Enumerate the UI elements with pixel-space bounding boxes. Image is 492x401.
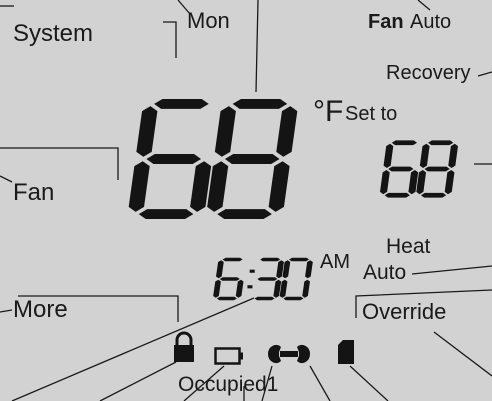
label-fan-mode: Auto bbox=[410, 11, 452, 33]
leader-recovery bbox=[477, 71, 492, 77]
leader-fan-bracket bbox=[0, 147, 119, 180]
digit-segment-c bbox=[235, 279, 244, 298]
digit-segment-g bbox=[224, 154, 280, 164]
time-display bbox=[213, 257, 313, 301]
lock-icon bbox=[174, 331, 194, 362]
digit-segment-f bbox=[136, 106, 158, 157]
digit-segment-b bbox=[276, 106, 298, 157]
digit-segment-f bbox=[216, 260, 224, 279]
digit-segment-a bbox=[391, 140, 418, 146]
leader-auto bbox=[411, 265, 492, 275]
digit-segment-b bbox=[448, 143, 458, 168]
digit-segment-d bbox=[254, 296, 275, 301]
digit-segment-d bbox=[283, 296, 304, 301]
label-recovery: Recovery bbox=[386, 62, 471, 84]
thermostat-display-diagram: System Mon Fan Auto Recovery Fan °F Set … bbox=[0, 0, 492, 401]
leader-override bbox=[433, 331, 492, 377]
digit-segment-a bbox=[222, 257, 243, 262]
label-fan: Fan bbox=[13, 179, 55, 206]
label-system: System bbox=[13, 20, 94, 47]
digit-segment-a bbox=[232, 98, 288, 109]
room-temperature-display bbox=[128, 98, 298, 220]
digit-segment-d bbox=[216, 296, 237, 301]
leader-more bbox=[0, 309, 13, 313]
label-day: Mon bbox=[187, 8, 230, 33]
label-am: AM bbox=[320, 251, 350, 273]
label-heat: Heat bbox=[386, 235, 431, 258]
digit-segment-c bbox=[268, 161, 290, 212]
label-set-to: Set to bbox=[345, 103, 398, 125]
digit-segment-d bbox=[384, 192, 410, 198]
digit-segment-g bbox=[388, 166, 414, 172]
digit-segment-g bbox=[424, 166, 450, 172]
digit-segment-e bbox=[380, 170, 390, 195]
digit-segment-d bbox=[420, 192, 447, 198]
digit-segment-e bbox=[213, 279, 221, 298]
leader-center bbox=[255, 0, 259, 93]
digit-segment-g bbox=[146, 154, 202, 164]
digit-segment-c bbox=[444, 170, 455, 195]
set-temperature-display bbox=[380, 140, 458, 198]
digit-segment-d bbox=[217, 209, 272, 220]
digit-segment-f bbox=[214, 106, 236, 157]
leader-filter-2 bbox=[349, 365, 389, 401]
label-more: More bbox=[13, 296, 68, 323]
leader-fanauto bbox=[417, 0, 431, 11]
digit-segment-a bbox=[260, 257, 281, 262]
label-override: Override bbox=[362, 299, 447, 324]
label-occupied: Occupied1 bbox=[178, 373, 279, 396]
digit-segment-g bbox=[257, 277, 278, 281]
digit-segment-g bbox=[219, 277, 240, 281]
digit-segment-a bbox=[428, 140, 454, 146]
colon-dot bbox=[249, 269, 255, 273]
leader-lock bbox=[99, 361, 177, 401]
label-unit: °F bbox=[313, 95, 344, 128]
wrench-icon bbox=[268, 345, 310, 363]
leader-fan bbox=[0, 175, 13, 183]
label-auto: Auto bbox=[363, 261, 407, 284]
digit-segment-e bbox=[128, 161, 150, 212]
filter-icon bbox=[338, 340, 354, 364]
leader-system-bracket bbox=[163, 21, 177, 58]
leader-filter bbox=[309, 365, 331, 401]
digit-segment-b bbox=[305, 260, 313, 279]
colon-dot bbox=[247, 285, 253, 289]
digit-segment-c bbox=[302, 279, 310, 298]
digit-segment-f bbox=[419, 143, 430, 168]
label-fan-word: Fan bbox=[368, 11, 404, 33]
digit-segment-d bbox=[138, 209, 194, 220]
digit-segment-a bbox=[154, 98, 209, 109]
digit-segment-a bbox=[289, 257, 310, 262]
battery-icon bbox=[214, 347, 243, 365]
digit-segment-f bbox=[383, 143, 394, 168]
